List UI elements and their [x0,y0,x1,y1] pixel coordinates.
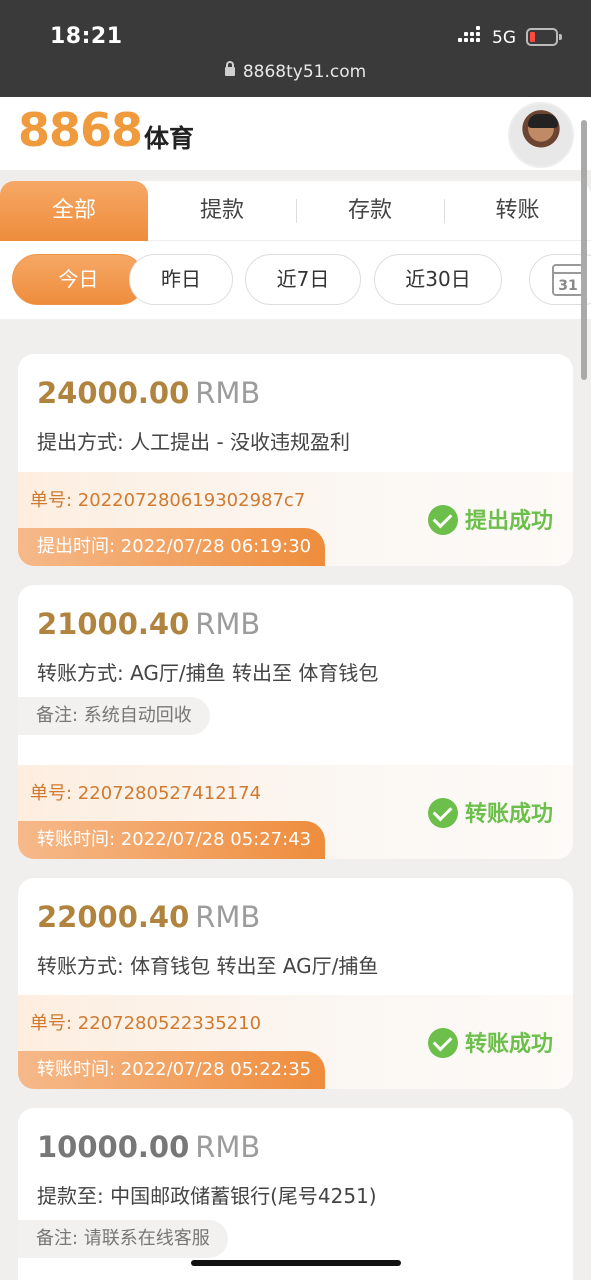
record-amount: 24000.00 RMB [37,376,260,410]
amount-value: 10000.00 [37,1130,190,1164]
tab-withdraw[interactable]: 提款 [148,181,296,241]
home-indicator[interactable] [191,1260,401,1266]
record-footer: 单号: 2207280522335210 转账时间: 2022/07/28 05… [18,995,573,1089]
record-description: 提出方式: 人工提出 - 没收违规盈利 [37,430,351,454]
logo-text: 体育 [144,124,195,153]
record-card[interactable]: 22000.40 RMB 转账方式: 体育钱包 转出至 AG厅/捕鱼 单号: 22… [18,878,573,1089]
amount-value: 21000.40 [37,607,190,641]
status-text: 转账成功 [464,1032,553,1057]
tab-all[interactable]: 全部 [0,181,148,241]
signal-icon [458,26,484,46]
record-time: 转账时间: 2022/07/28 05:22:35 [18,1051,325,1089]
check-circle-icon [427,798,458,828]
record-amount: 21000.40 RMB [37,607,260,641]
category-tabs: 全部 提款 存款 转账 [0,181,591,241]
record-note: 备注: 请联系在线客服 [18,1220,228,1258]
record-card[interactable]: 21000.40 RMB 转账方式: AG厅/捕鱼 转出至 体育钱包 备注: 系统… [18,585,573,859]
date-filter-bar: 今日 昨日 近7日 近30日 31 [0,241,591,319]
tab-transfer[interactable]: 转账 [444,181,591,241]
order-number: 单号: 2207280527412174 [30,783,262,804]
amount-value: 24000.00 [37,376,190,410]
tab-deposit[interactable]: 存款 [296,181,444,241]
record-amount: 10000.00 RMB [37,1130,260,1164]
logo-number[interactable]: 8868 [18,103,143,157]
record-time: 提出时间: 2022/07/28 06:19:30 [18,528,325,566]
amount-unit: RMB [195,900,261,934]
check-circle-icon [427,505,458,535]
filter-yesterday[interactable]: 昨日 [129,254,233,305]
amount-value: 22000.40 [37,900,190,934]
url-text: 8868ty51.com [242,62,367,82]
amount-unit: RMB [195,376,261,410]
clock: 18:21 [50,24,123,49]
status-text: 提出成功 [464,509,553,534]
record-time: 转账时间: 2022/07/28 05:27:43 [18,821,325,859]
filter-30-days[interactable]: 近30日 [374,254,502,305]
record-footer: 单号: 20220728061930​2987c7 提出时间: 2022/07/… [18,472,573,566]
status-bar: 18:21 5G 8868ty51.com [0,0,591,97]
record-description: 转账方式: 体育钱包 转出至 AG厅/捕鱼 [37,954,379,978]
status-text: 转账成功 [464,802,553,827]
filter-today[interactable]: 今日 [12,254,145,305]
record-description: 转账方式: AG厅/捕鱼 转出至 体育钱包 [37,661,379,685]
network-label: 5G [492,28,516,48]
avatar[interactable] [508,102,574,168]
battery-icon [526,28,562,46]
site-header: 8868 体育 [0,97,591,170]
amount-unit: RMB [195,1130,261,1164]
record-footer: 单号: 2207280527412174 转账时间: 2022/07/28 05… [18,765,573,859]
record-status: 转账成功 [427,796,553,828]
check-circle-icon [427,1028,458,1058]
records-list: 24000.00 RMB 提出方式: 人工提出 - 没收违规盈利 单号: 2022… [0,319,591,1280]
amount-unit: RMB [195,607,261,641]
order-number: 单号: 2207280522335210 [30,1013,262,1034]
record-card[interactable]: 24000.00 RMB 提出方式: 人工提出 - 没收违规盈利 单号: 2022… [18,354,573,566]
order-number: 单号: 20220728061930​2987c7 [30,490,306,511]
record-description: 提款至: 中国邮政储蓄银行(尾号4251) [37,1184,377,1208]
record-note: 备注: 系统自动回收 [18,697,210,735]
address-bar[interactable]: 8868ty51.com [0,61,591,82]
calendar-icon: 31 [552,264,584,296]
calendar-day: 31 [558,278,578,294]
record-status: 提出成功 [427,503,553,535]
filter-7-days[interactable]: 近7日 [245,254,361,305]
record-status: 转账成功 [427,1026,553,1058]
record-amount: 22000.40 RMB [37,900,260,934]
scrollbar[interactable] [581,120,587,380]
lock-icon [224,61,235,76]
record-card[interactable]: 10000.00 RMB 提款至: 中国邮政储蓄银行(尾号4251) 备注: 请联… [18,1108,573,1280]
